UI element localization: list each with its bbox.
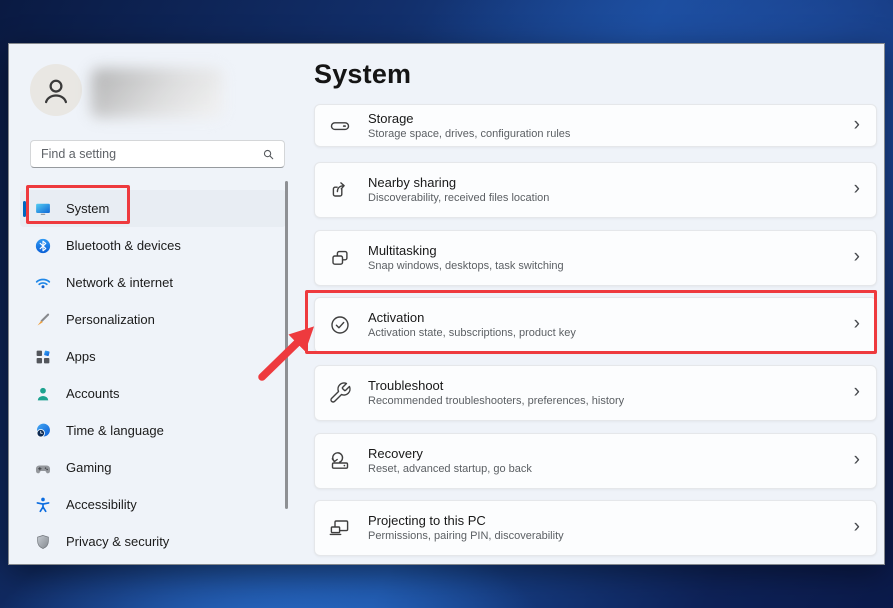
row-subtitle: Recommended troubleshooters, preferences… — [368, 395, 854, 408]
row-title: Nearby sharing — [368, 175, 854, 190]
sidebar-item-label: Personalization — [66, 312, 155, 327]
time-language-icon — [34, 422, 52, 440]
apps-icon — [34, 348, 52, 366]
sidebar-item-label: Network & internet — [66, 275, 173, 290]
accounts-icon — [34, 385, 52, 403]
row-subtitle: Snap windows, desktops, task switching — [368, 260, 854, 273]
row-subtitle: Discoverability, received files location — [368, 192, 854, 205]
sidebar-item-label: Accessibility — [66, 497, 137, 512]
user-name-blur — [91, 68, 223, 118]
sidebar-item-gaming[interactable]: Gaming — [20, 449, 286, 486]
row-title: Multitasking — [368, 243, 854, 258]
sidebar-item-bluetooth-devices[interactable]: Bluetooth & devices — [20, 227, 286, 264]
recovery-icon — [328, 449, 352, 473]
chevron-right-icon: › — [854, 314, 860, 336]
settings-window: System Bluetooth & devices — [8, 43, 885, 565]
sidebar-item-label: Accounts — [66, 386, 119, 401]
avatar[interactable] — [30, 64, 82, 116]
gaming-icon — [34, 459, 52, 477]
storage-icon — [328, 114, 352, 138]
multitasking-icon — [328, 246, 352, 270]
sidebar-item-label: Apps — [66, 349, 96, 364]
person-icon — [39, 73, 73, 107]
chevron-right-icon: › — [854, 450, 860, 472]
personalization-icon — [34, 311, 52, 329]
bluetooth-icon — [34, 237, 52, 255]
projecting-icon — [328, 516, 352, 540]
sidebar-item-accounts[interactable]: Accounts — [20, 375, 286, 412]
sidebar-item-system[interactable]: System — [20, 190, 286, 227]
sidebar-item-privacy-security[interactable]: Privacy & security — [20, 523, 286, 560]
sidebar-item-label: Time & language — [66, 423, 164, 438]
nearby-sharing-icon — [328, 178, 352, 202]
row-title: Recovery — [368, 446, 854, 461]
row-subtitle: Permissions, pairing PIN, discoverabilit… — [368, 530, 854, 543]
chevron-right-icon: › — [854, 247, 860, 269]
settings-row-multitasking[interactable]: Multitasking Snap windows, desktops, tas… — [314, 230, 877, 286]
settings-row-projecting[interactable]: Projecting to this PC Permissions, pairi… — [314, 500, 877, 556]
row-subtitle: Activation state, subscriptions, product… — [368, 327, 854, 340]
settings-row-storage[interactable]: Storage Storage space, drives, configura… — [314, 104, 877, 147]
row-title: Troubleshoot — [368, 378, 854, 393]
activation-icon — [328, 313, 352, 337]
network-icon — [34, 274, 52, 292]
row-subtitle: Reset, advanced startup, go back — [368, 463, 854, 476]
settings-row-nearby-sharing[interactable]: Nearby sharing Discoverability, received… — [314, 162, 877, 218]
sidebar-item-apps[interactable]: Apps — [20, 338, 286, 375]
page-title: System — [314, 59, 411, 90]
chevron-right-icon: › — [854, 115, 860, 137]
privacy-security-icon — [34, 533, 52, 551]
sidebar-item-personalization[interactable]: Personalization — [20, 301, 286, 338]
settings-row-recovery[interactable]: Recovery Reset, advanced startup, go bac… — [314, 433, 877, 489]
row-subtitle: Storage space, drives, configuration rul… — [368, 128, 854, 141]
sidebar-item-time-language[interactable]: Time & language — [20, 412, 286, 449]
accessibility-icon — [34, 496, 52, 514]
sidebar-item-label: System — [66, 201, 109, 216]
sidebar-scrollbar[interactable] — [285, 181, 288, 509]
sidebar-nav: System Bluetooth & devices — [20, 190, 286, 560]
sidebar-item-label: Bluetooth & devices — [66, 238, 181, 253]
sidebar-item-label: Privacy & security — [66, 534, 169, 549]
sidebar-item-label: Gaming — [66, 460, 112, 475]
chevron-right-icon: › — [854, 179, 860, 201]
search-input[interactable] — [41, 147, 261, 161]
settings-row-troubleshoot[interactable]: Troubleshoot Recommended troubleshooters… — [314, 365, 877, 421]
system-icon — [34, 200, 52, 218]
chevron-right-icon: › — [854, 517, 860, 539]
sidebar: System Bluetooth & devices — [9, 44, 305, 564]
settings-row-activation[interactable]: Activation Activation state, subscriptio… — [314, 297, 877, 353]
row-title: Projecting to this PC — [368, 513, 854, 528]
sidebar-item-network-internet[interactable]: Network & internet — [20, 264, 286, 301]
sidebar-item-accessibility[interactable]: Accessibility — [20, 486, 286, 523]
row-title: Storage — [368, 111, 854, 126]
chevron-right-icon: › — [854, 382, 860, 404]
search-box — [30, 140, 285, 168]
troubleshoot-icon — [328, 381, 352, 405]
row-title: Activation — [368, 310, 854, 325]
search-icon[interactable] — [261, 147, 276, 162]
